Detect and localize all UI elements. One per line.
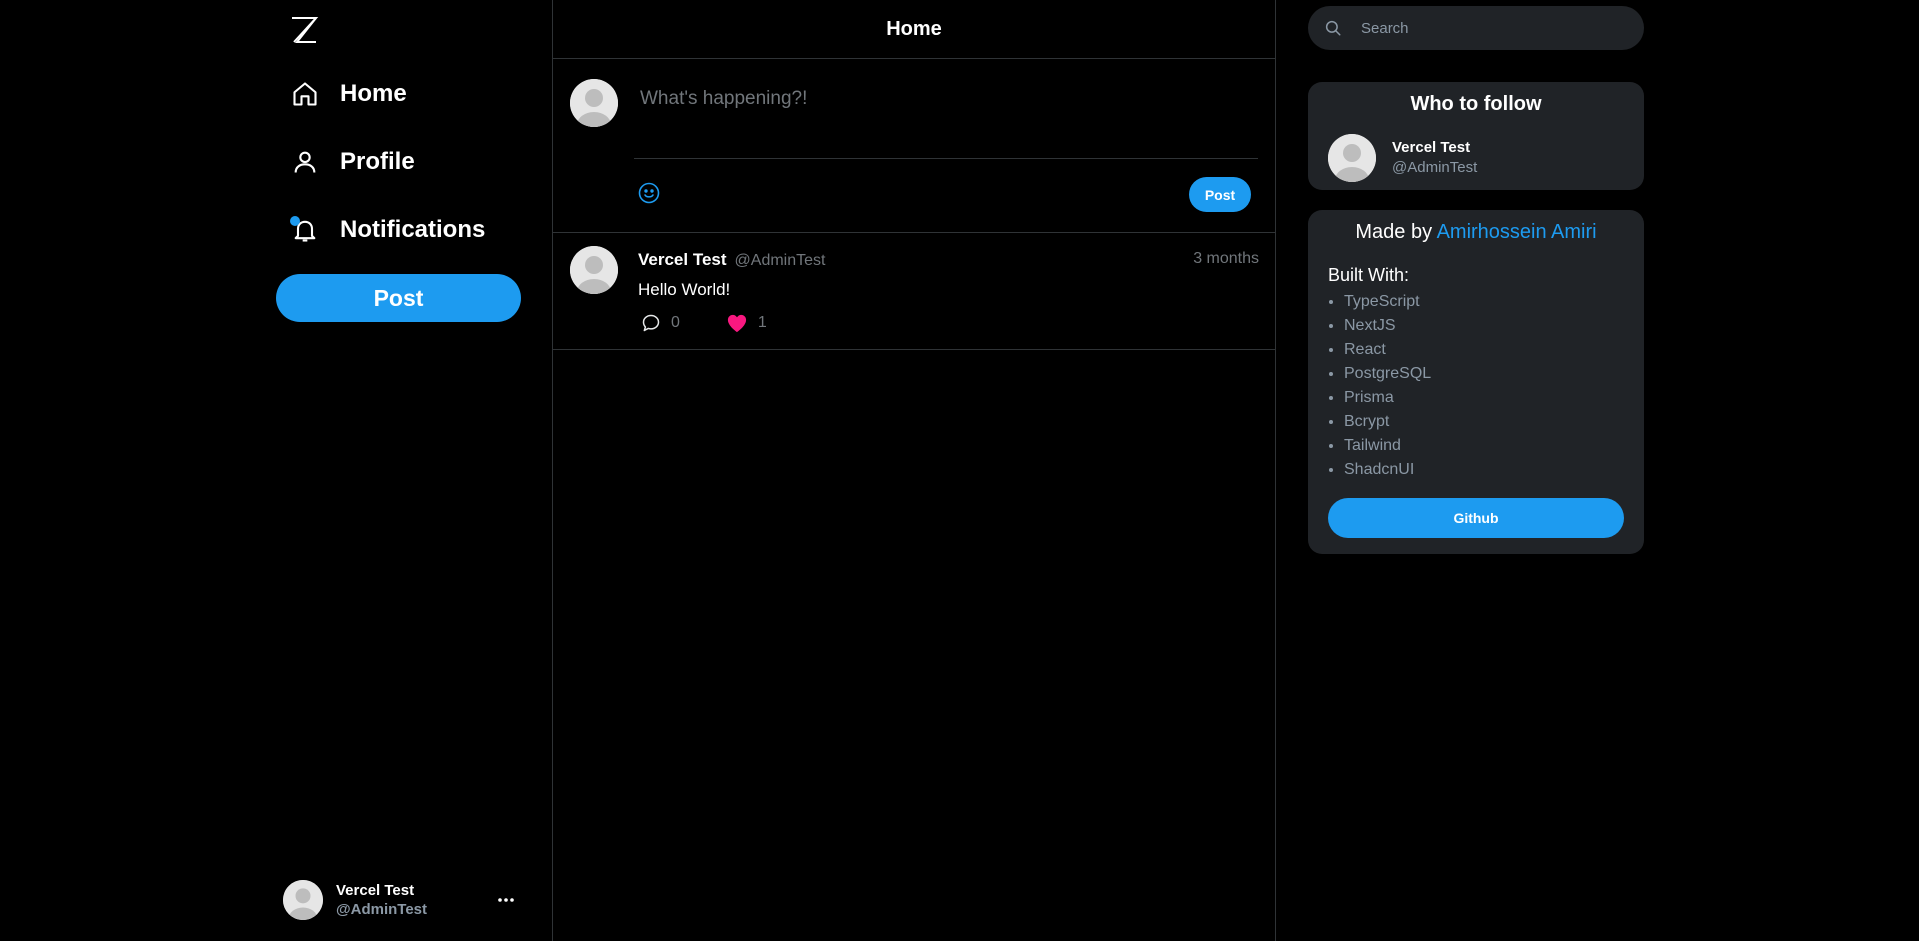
- page-title: Home: [553, 0, 1275, 59]
- author-link[interactable]: Amirhossein Amiri: [1437, 221, 1597, 243]
- comment-button[interactable]: 0: [641, 313, 680, 333]
- user-icon: [288, 145, 322, 179]
- who-to-follow-card: Who to follow Vercel Test @AdminTest: [1308, 82, 1644, 190]
- post-composer: Post: [553, 59, 1275, 233]
- made-by-title: Made by Amirhossein Amiri: [1308, 210, 1644, 244]
- avatar[interactable]: [570, 246, 618, 294]
- search-icon: [1324, 19, 1342, 37]
- search-input[interactable]: [1359, 18, 1619, 38]
- account-name: Vercel Test: [336, 882, 415, 899]
- heart-icon: [726, 313, 748, 333]
- follow-user-handle: @AdminTest: [1392, 159, 1478, 176]
- list-item: Bcrypt: [1344, 410, 1431, 434]
- app-layout: Home Profile Notifications Post Vercel T…: [0, 0, 1919, 941]
- sidebar-item-label: Profile: [340, 148, 415, 175]
- post-timestamp: 3 months: [1193, 250, 1259, 267]
- who-to-follow-title: Who to follow: [1410, 93, 1542, 115]
- avatar: [1328, 134, 1376, 182]
- post-header: Vercel Test @AdminTest: [638, 250, 825, 270]
- tech-list: TypeScript NextJS React PostgreSQL Prism…: [1328, 290, 1431, 482]
- post-author-handle[interactable]: @AdminTest: [735, 252, 826, 270]
- z-logo-icon[interactable]: [288, 14, 320, 46]
- more-dots-icon[interactable]: [495, 890, 517, 910]
- compose-input[interactable]: [638, 77, 1258, 121]
- post-actions: 0 1: [641, 313, 767, 333]
- left-sidebar: Home Profile Notifications Post Vercel T…: [0, 0, 553, 941]
- post-author-name[interactable]: Vercel Test: [638, 250, 727, 270]
- avatar: [283, 880, 323, 920]
- made-by-prefix: Made by: [1355, 221, 1433, 243]
- right-sidebar: Who to follow Vercel Test @AdminTest Mad…: [1276, 0, 1919, 941]
- list-item: NextJS: [1344, 314, 1431, 338]
- follow-user-name: Vercel Test: [1392, 139, 1471, 156]
- avatar: [570, 79, 618, 127]
- sidebar-item-profile[interactable]: Profile: [288, 138, 415, 186]
- sidebar-item-label: Home: [340, 80, 407, 107]
- list-item: Prisma: [1344, 386, 1431, 410]
- compose-post-button[interactable]: Post: [1189, 177, 1251, 212]
- like-button[interactable]: 1: [726, 313, 767, 333]
- divider: [634, 158, 1258, 159]
- sidebar-item-home[interactable]: Home: [288, 70, 407, 118]
- follow-user-info: Vercel Test @AdminTest: [1392, 138, 1477, 178]
- sidebar-item-label: Notifications: [340, 216, 486, 243]
- main-feed: Home Post: [553, 0, 1276, 941]
- made-by-card: Made by Amirhossein Amiri Built With: Ty…: [1308, 210, 1644, 554]
- search-bar[interactable]: [1308, 6, 1644, 50]
- post-item[interactable]: Vercel Test @AdminTest 3 months Hello Wo…: [553, 233, 1275, 350]
- built-with-title: Built With:: [1328, 265, 1410, 285]
- github-button[interactable]: Github: [1328, 498, 1624, 538]
- comment-icon: [641, 313, 661, 333]
- list-item: React: [1344, 338, 1431, 362]
- follow-suggestion[interactable]: Vercel Test @AdminTest: [1328, 134, 1477, 182]
- list-item: ShadcnUI: [1344, 458, 1431, 482]
- list-item: PostgreSQL: [1344, 362, 1431, 386]
- account-info: Vercel Test @AdminTest: [336, 881, 427, 919]
- notification-dot: [290, 216, 300, 226]
- like-count: 1: [757, 314, 767, 331]
- post-button[interactable]: Post: [276, 274, 521, 322]
- emoji-icon[interactable]: [634, 178, 664, 208]
- sidebar-item-notifications[interactable]: Notifications: [288, 206, 485, 254]
- comment-count: 0: [671, 314, 680, 331]
- bell-icon: [288, 213, 322, 247]
- home-icon: [288, 77, 322, 111]
- post-text: Hello World!: [638, 280, 731, 299]
- list-item: Tailwind: [1344, 434, 1431, 458]
- account-switcher[interactable]: Vercel Test @AdminTest: [283, 878, 523, 922]
- account-handle: @AdminTest: [336, 901, 428, 918]
- list-item: TypeScript: [1344, 290, 1431, 314]
